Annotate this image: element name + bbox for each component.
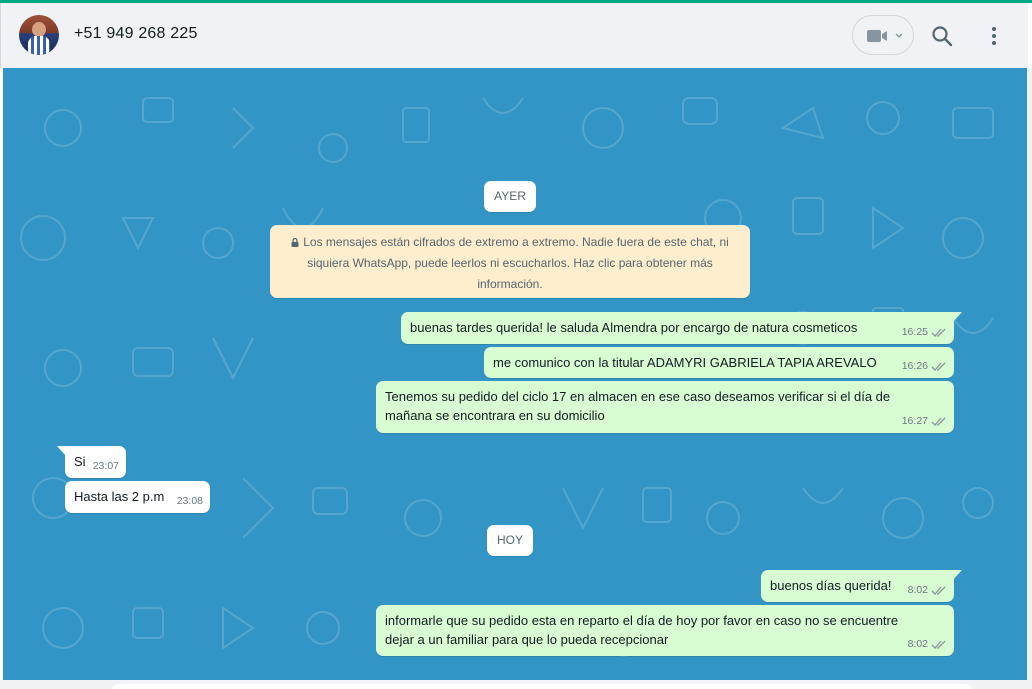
video-call-icon (867, 30, 887, 42)
double-check-icon (931, 417, 946, 426)
message-time: 23:08 (176, 495, 203, 507)
double-check-icon (931, 362, 946, 371)
bubble-tail (953, 312, 962, 322)
double-check-icon (931, 328, 946, 337)
video-call-button[interactable] (852, 15, 914, 55)
bubble-tail (57, 446, 66, 456)
double-check-icon (931, 586, 946, 595)
avatar[interactable] (19, 15, 59, 55)
message-time: 8:02 (907, 638, 928, 650)
message-input[interactable] (112, 684, 972, 689)
message-bubble-outgoing[interactable]: me comunico con la titular ADAMYRI GABRI… (484, 347, 954, 378)
message-meta: 16:25 (902, 323, 947, 342)
chat-header: +51 949 268 225 (0, 3, 1028, 68)
scrollbar-track[interactable] (1027, 68, 1032, 680)
date-divider-today: HOY (487, 525, 533, 556)
composer-bar (0, 680, 1032, 689)
bubble-tail (953, 570, 962, 580)
message-meta: 8:02 (908, 635, 947, 654)
message-time: 16:25 (901, 326, 928, 338)
lock-icon (291, 238, 299, 247)
message-text: me comunico con la titular ADAMYRI GABRI… (493, 355, 877, 370)
kebab-menu-icon[interactable] (984, 25, 1004, 47)
message-meta: 23:07 (93, 457, 119, 476)
date-divider-yesterday: AYER (484, 181, 536, 212)
message-bubble-outgoing[interactable]: informarle que su pedido esta en reparto… (376, 605, 954, 656)
avatar-face (32, 22, 46, 37)
message-bubble-incoming[interactable]: Hasta las 2 p.m 23:08 (65, 481, 210, 513)
message-meta: 8:02 (908, 581, 947, 600)
message-time: 16:27 (901, 415, 928, 427)
message-time: 8:02 (907, 584, 928, 596)
message-time: 23:07 (92, 460, 119, 472)
message-meta: 16:26 (902, 357, 947, 376)
double-check-icon (931, 640, 946, 649)
message-text: Tenemos su pedido del ciclo 17 en almace… (385, 389, 891, 423)
message-text: buenas tardes querida! le saluda Almendr… (410, 320, 858, 335)
search-icon[interactable] (931, 25, 953, 47)
avatar-shirt (28, 36, 50, 55)
encryption-notice[interactable]: Los mensajes están cifrados de extremo a… (270, 225, 750, 298)
message-bubble-outgoing[interactable]: buenas tardes querida! le saluda Almendr… (401, 312, 962, 344)
message-bubble-outgoing[interactable]: buenos días querida! 8:02 (761, 570, 962, 602)
encryption-notice-text: Los mensajes están cifrados de extremo a… (303, 235, 729, 291)
chevron-down-icon (895, 33, 903, 38)
message-text: informarle que su pedido esta en reparto… (385, 613, 899, 647)
message-meta: 23:08 (177, 492, 203, 511)
message-bubble-incoming[interactable]: Si 23:07 (57, 446, 126, 478)
contact-name[interactable]: +51 949 268 225 (74, 25, 198, 43)
message-time: 16:26 (901, 360, 928, 372)
message-bubble-outgoing[interactable]: Tenemos su pedido del ciclo 17 en almace… (376, 381, 954, 433)
message-meta: 16:27 (902, 412, 947, 431)
